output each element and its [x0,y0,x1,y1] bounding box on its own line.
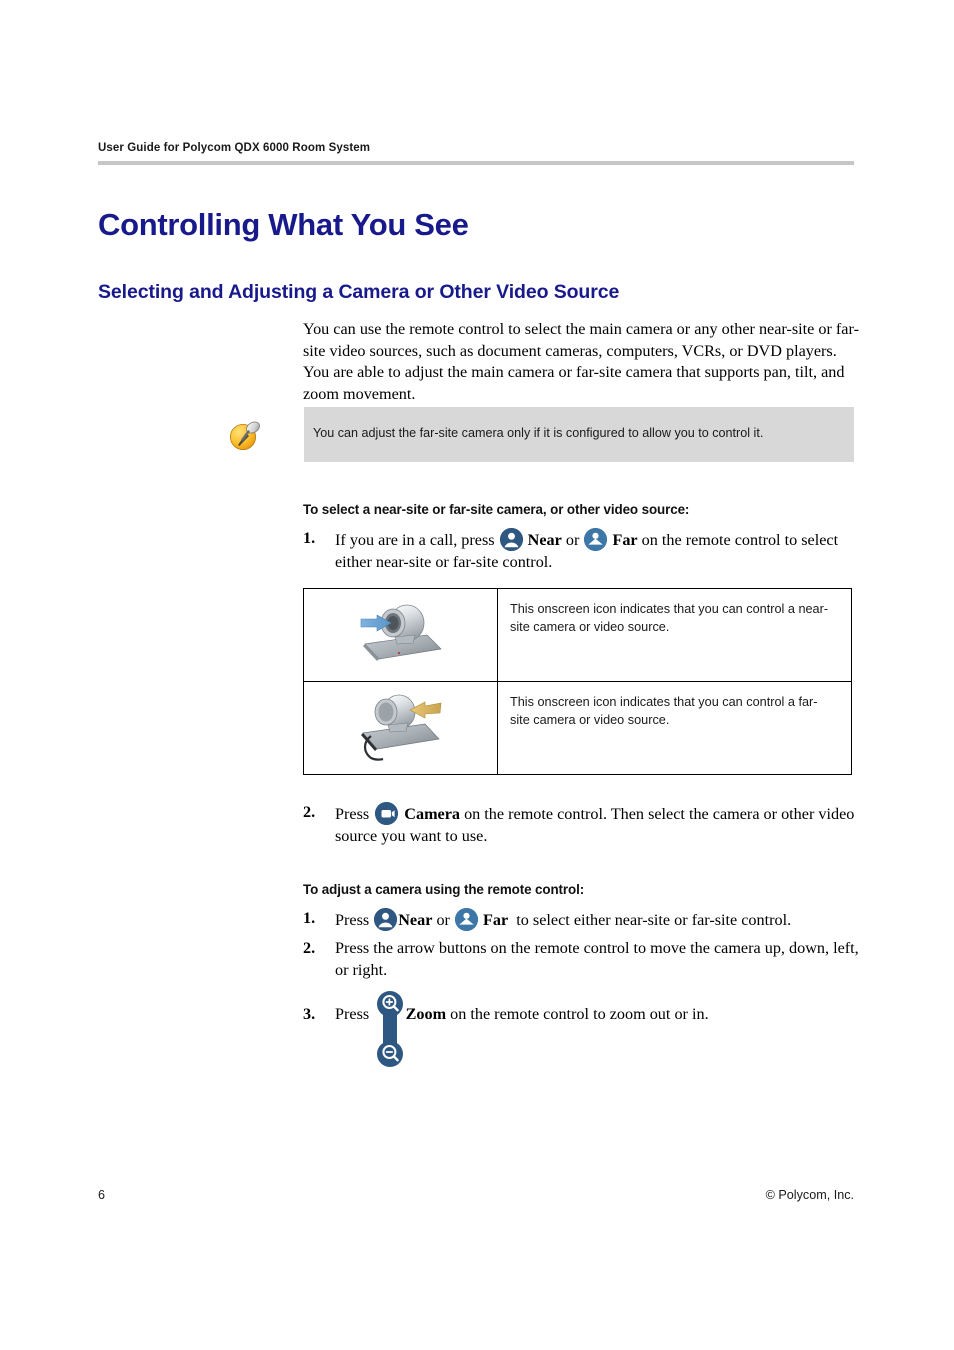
step-text: Press the arrow buttons on the remote co… [335,939,859,979]
step-number: 1. [303,909,316,927]
intro-paragraph: You can use the remote control to select… [303,320,859,403]
step-number: 3. [303,1005,316,1023]
chapter-title: Controlling What You See [98,206,469,242]
near-site-camera-graphic [355,597,447,669]
step-number: 2. [303,803,316,821]
near-site-description-cell: This onscreen icon indicates that you ca… [497,588,852,682]
step-text: Press Near or Far to select either near-… [335,908,859,932]
note-pin-icon [228,419,262,451]
table-row: This onscreen icon indicates that you ca… [303,588,852,682]
far-site-camera-cell [303,681,498,775]
procedure-1-step-2: 2. Press Camera on the remote control. T… [303,802,859,847]
step-text: Press Camera on the remote control. Then… [335,802,859,847]
step-text-middle: or [436,911,450,929]
procedure-2-step-1: 1. Press Near or Far to select either ne… [303,908,859,932]
table-row: This onscreen icon indicates that you ca… [303,681,852,775]
far-button-icon [584,528,608,551]
footer-page-number: 6 [98,1188,106,1202]
procedure-1-heading: To select a near-site or far-site camera… [303,502,690,517]
step-text-before: Press [335,805,370,823]
step-text-before: Press [335,1005,370,1023]
procedure-1-step-1: 1. If you are in a call, press Near or F… [303,528,859,573]
step-text-after: on the remote control to zoom out or in. [450,1005,709,1023]
procedure-2-heading: To adjust a camera using the remote cont… [303,882,585,897]
section-title: Selecting and Adjusting a Camera or Othe… [98,281,620,304]
near-button-icon [499,528,523,551]
step-text-after: to select either near-site or far-site c… [516,911,792,929]
step-text-before: If you are in a call, press [335,531,495,549]
running-header: User Guide for Polycom QDX 6000 Room Sys… [98,142,371,154]
step-number: 2. [303,939,316,957]
step-text-before: Press [335,911,370,929]
camera-button-icon [375,802,399,825]
onscreen-icon-table: This onscreen icon indicates that you ca… [303,588,852,775]
camera-label: Camera [404,805,461,823]
near-label: Near [527,531,562,549]
footer-copyright: © Polycom, Inc. [765,1188,854,1202]
far-label: Far [483,911,509,929]
note-text: You can adjust the far-site camera only … [313,426,764,440]
step-text: If you are in a call, press Near or Far … [335,528,859,573]
far-site-description-cell: This onscreen icon indicates that you ca… [497,681,852,775]
document-page: User Guide for Polycom QDX 6000 Room Sys… [0,0,954,1350]
near-label: Near [398,911,433,929]
procedure-2-step-2: 2. Press the arrow buttons on the remote… [303,938,859,981]
far-site-camera-graphic [355,690,447,762]
step-text-middle: or [565,531,580,549]
step-number: 1. [303,529,316,547]
far-button-icon [454,908,478,931]
header-divider [98,161,854,165]
near-button-icon [374,908,398,931]
near-site-camera-cell [303,588,498,682]
far-label: Far [612,531,638,549]
zoom-label: Zoom [405,1005,447,1023]
note-callout: You can adjust the far-site camera only … [228,407,858,462]
step-text: Press Zoom on the remote control to zoom… [335,1004,859,1026]
zoom-rocker-icon [374,990,406,1068]
